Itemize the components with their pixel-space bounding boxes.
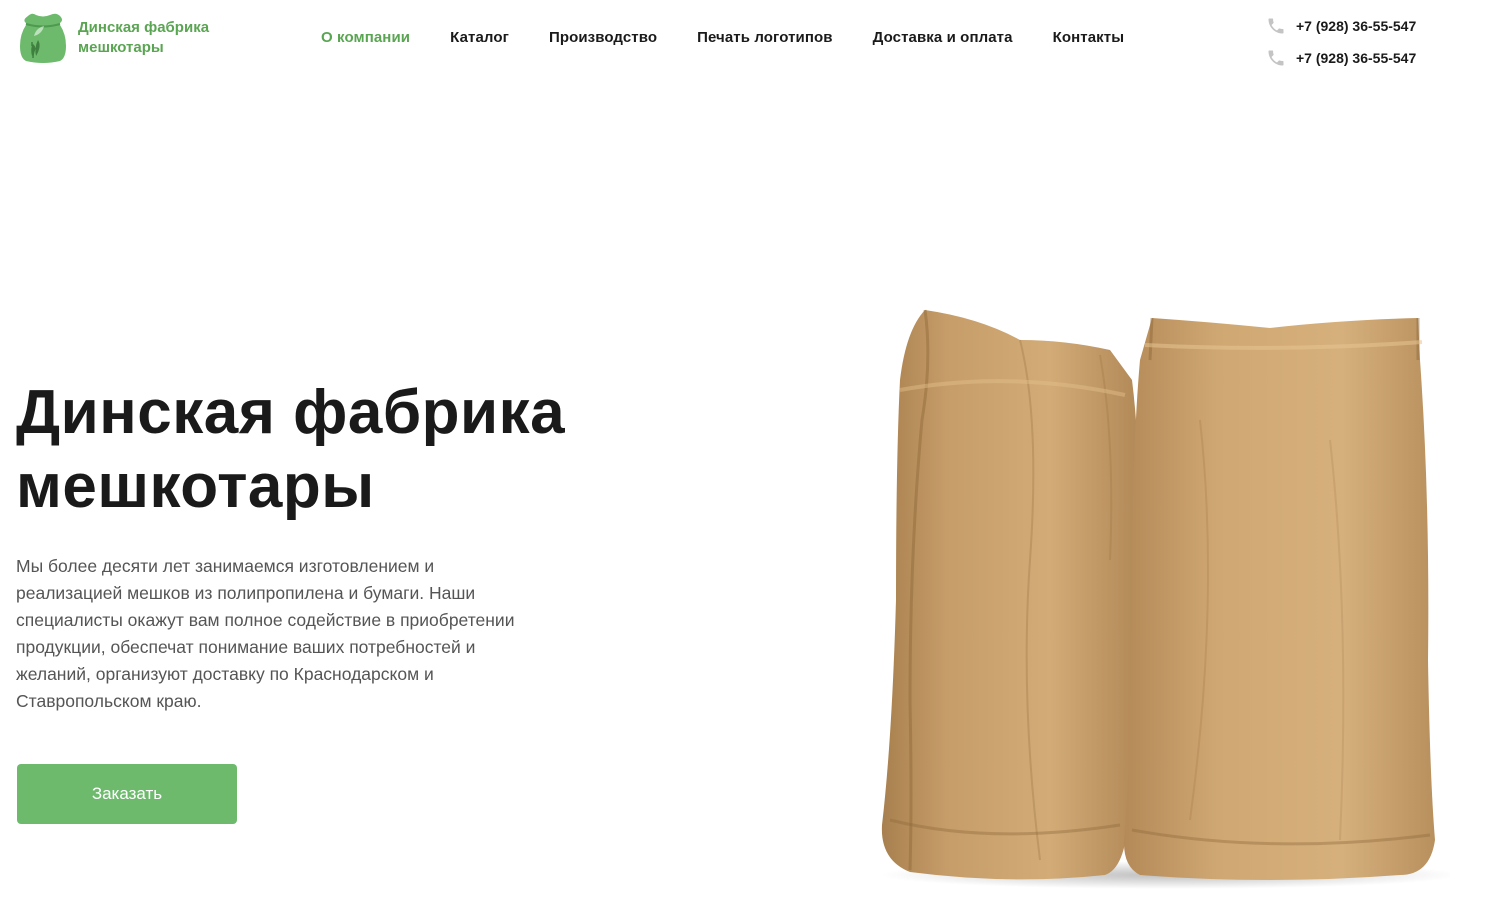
hero-title: Динская фабрика мешкотары — [16, 378, 566, 521]
nav-item-contacts[interactable]: Контакты — [1053, 29, 1125, 46]
phone-link[interactable]: +7 (928) 36-55-547 — [1266, 42, 1416, 74]
sack-leaf-icon — [20, 13, 66, 63]
kraft-bags-image — [880, 309, 1450, 889]
phone-icon — [1268, 50, 1284, 66]
hero-description: Мы более десяти лет занимаемся изготовле… — [16, 556, 515, 711]
phone-icon — [1268, 18, 1284, 34]
phone-number: +7 (928) 36-55-547 — [1296, 18, 1417, 34]
phone-link[interactable]: +7 (928) 36-55-547 — [1266, 10, 1416, 42]
nav-item-delivery-payment[interactable]: Доставка и оплата — [873, 29, 1013, 46]
nav-item-about[interactable]: О компании — [321, 29, 410, 46]
nav-item-production[interactable]: Производство — [549, 29, 657, 46]
order-button[interactable]: Заказать — [17, 764, 237, 824]
main-nav: О компании Каталог Производство Печать л… — [321, 29, 1164, 46]
phone-number: +7 (928) 36-55-547 — [1296, 50, 1417, 66]
phone-list: +7 (928) 36-55-547 +7 (928) 36-55-547 — [1266, 10, 1416, 74]
page: Динская фабрика мешкотары О компании Кат… — [0, 0, 1493, 902]
logo-text: Динская фабрика мешкотары — [78, 19, 210, 56]
nav-item-logo-printing[interactable]: Печать логотипов — [697, 29, 832, 46]
logo-link[interactable]: Динская фабрика мешкотары — [16, 12, 228, 64]
nav-item-catalog[interactable]: Каталог — [450, 29, 509, 46]
